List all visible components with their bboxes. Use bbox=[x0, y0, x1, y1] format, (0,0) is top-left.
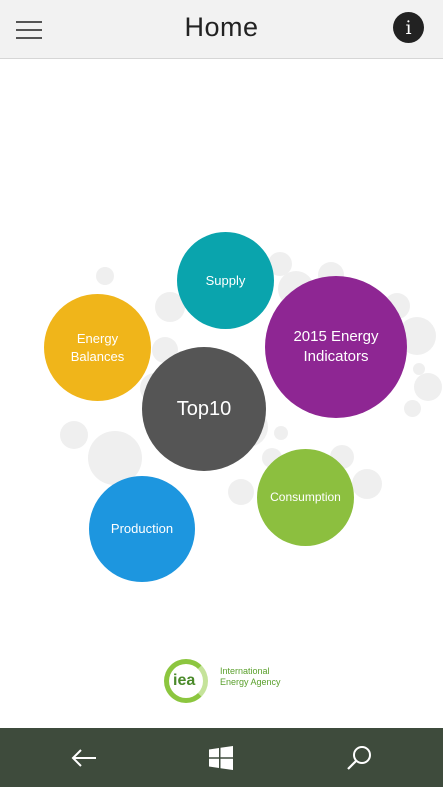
energy-indicators-label: 2015 Energy Indicators bbox=[293, 327, 379, 365]
back-arrow-icon bbox=[71, 748, 96, 767]
supply-bubble[interactable]: Supply bbox=[177, 232, 274, 329]
decorative-circle bbox=[228, 479, 254, 505]
system-navigation-bar bbox=[0, 728, 443, 787]
energy-balances-bubble[interactable]: Energy Balances bbox=[44, 294, 151, 401]
energy-indicators-bubble[interactable]: 2015 Energy Indicators bbox=[265, 276, 407, 418]
logo-abbreviation: iea bbox=[173, 672, 196, 689]
back-button[interactable] bbox=[54, 728, 114, 787]
consumption-label: Consumption bbox=[270, 490, 341, 505]
supply-label: Supply bbox=[205, 272, 246, 288]
decorative-circle bbox=[404, 400, 421, 417]
energy-balances-label: Energy Balances bbox=[70, 330, 125, 364]
start-button[interactable] bbox=[191, 728, 251, 787]
iea-logo: iea International Energy Agency bbox=[164, 659, 294, 711]
windows-start-icon bbox=[209, 745, 233, 770]
page-title: Home bbox=[184, 12, 259, 42]
decorative-circle bbox=[96, 267, 114, 285]
logo-name-line1: International bbox=[220, 666, 270, 676]
app-header: Home i bbox=[0, 0, 443, 59]
logo-agency-name: International Energy Agency bbox=[220, 666, 300, 688]
search-button[interactable] bbox=[329, 728, 389, 787]
production-bubble[interactable]: Production bbox=[89, 476, 195, 582]
decorative-circle bbox=[414, 373, 442, 401]
bubble-menu: Supply Energy Balances 2015 Energy Indic… bbox=[0, 59, 443, 728]
top10-bubble[interactable]: Top10 bbox=[142, 347, 266, 471]
production-label: Production bbox=[110, 521, 174, 537]
decorative-circle bbox=[352, 469, 382, 499]
decorative-circle bbox=[274, 426, 288, 440]
logo-name-line2: Energy Agency bbox=[220, 677, 281, 687]
decorative-circle bbox=[60, 421, 88, 449]
info-button[interactable]: i bbox=[393, 12, 424, 43]
consumption-bubble[interactable]: Consumption bbox=[257, 449, 354, 546]
search-icon bbox=[347, 745, 371, 770]
top10-label: Top10 bbox=[176, 397, 232, 420]
